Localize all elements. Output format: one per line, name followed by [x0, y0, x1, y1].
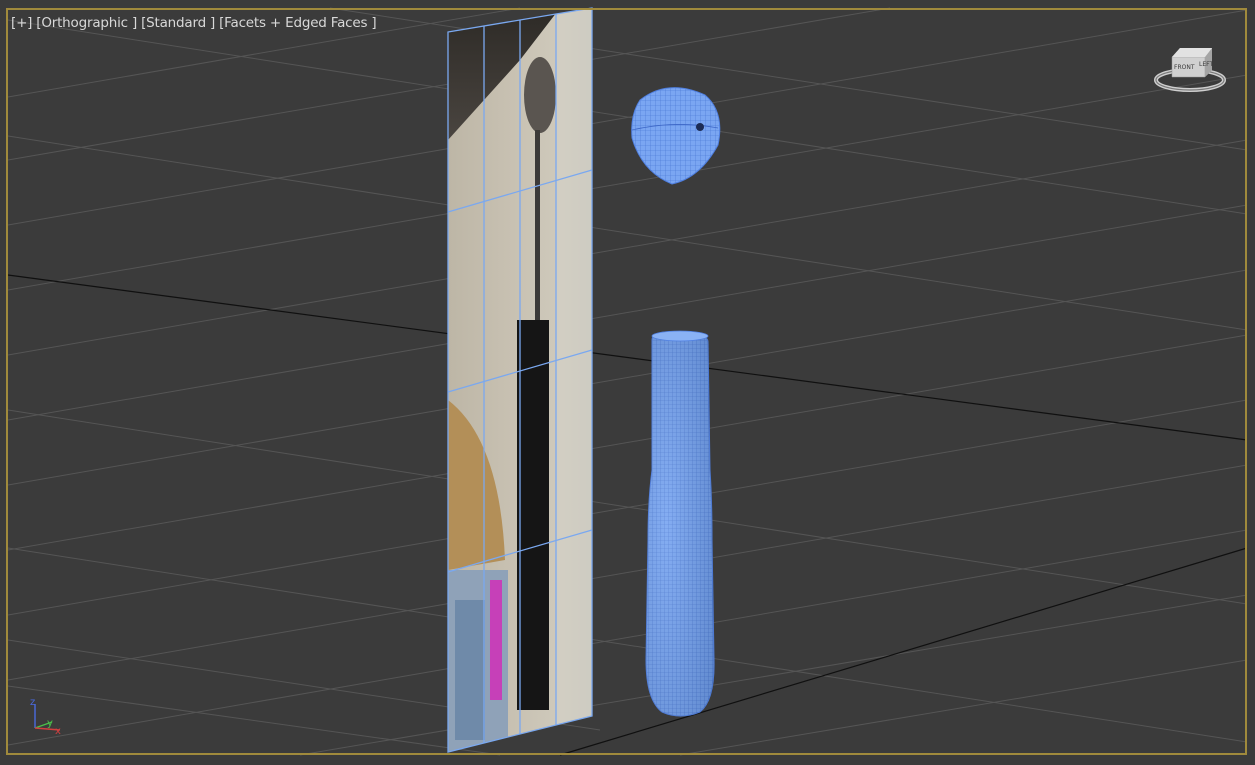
scene-canvas[interactable]: FRONT LEFT z y x [0, 0, 1255, 765]
viewport-shading-menu[interactable]: [Standard ] [141, 15, 215, 33]
viewport-plus-menu[interactable]: [+] [11, 15, 32, 33]
lamp-shade[interactable] [631, 87, 721, 185]
viewport-display-mode-menu[interactable]: [Facets + Edged Faces ] [219, 15, 377, 33]
world-axis-lines [7, 274, 1248, 756]
axis-tripod: z y x [30, 697, 61, 737]
home-grid [7, 7, 1248, 756]
viewport-label-menu: [+] [Orthographic ] [Standard ] [Facets … [11, 15, 377, 33]
viewport-point-of-view-menu[interactable]: [Orthographic ] [36, 15, 137, 33]
viewcube-left-label[interactable]: LEFT [1199, 61, 1213, 68]
viewcube[interactable]: FRONT LEFT [1154, 48, 1226, 92]
textured-plane[interactable] [447, 7, 593, 760]
axis-x-label: x [55, 726, 61, 737]
axis-z-label: z [30, 697, 35, 708]
lamp-stem[interactable] [645, 330, 715, 717]
viewcube-front-label[interactable]: FRONT [1174, 64, 1195, 71]
axis-y-label: y [47, 718, 53, 729]
viewport-perspective[interactable]: FRONT LEFT z y x [+] [Orthographic ] [St… [0, 0, 1255, 765]
